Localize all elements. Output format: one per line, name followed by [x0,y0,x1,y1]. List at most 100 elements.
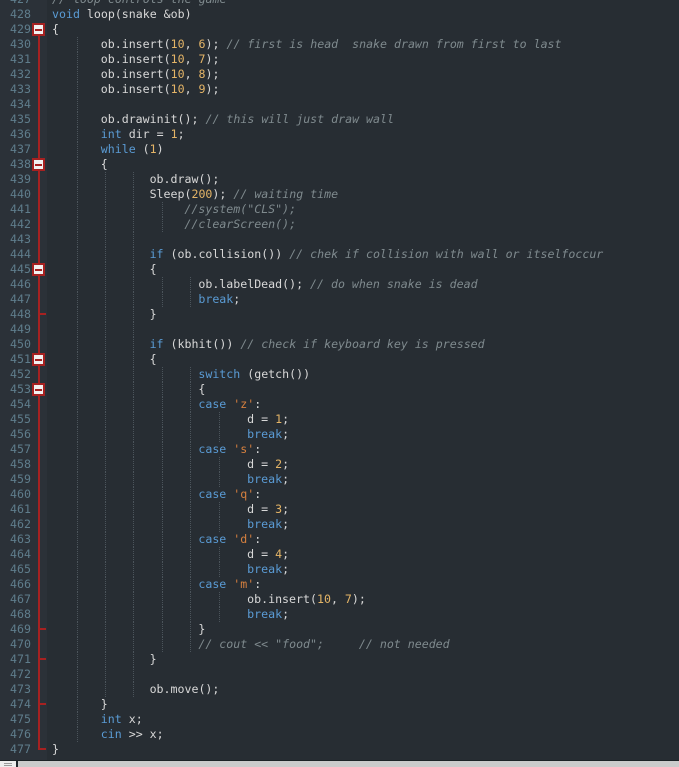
fold-collapse-button[interactable] [32,263,45,276]
line-number[interactable]: 456 [0,427,31,442]
line-number[interactable]: 429 [0,22,31,37]
horizontal-scrollbar-thumb[interactable] [18,761,679,767]
code-line[interactable]: 434 [0,97,679,112]
line-number[interactable]: 463 [0,532,31,547]
line-number[interactable]: 455 [0,412,31,427]
line-number[interactable]: 449 [0,322,31,337]
code-line[interactable]: 473ob.move(); [0,682,679,697]
code-line[interactable]: 446ob.labelDead(); // do when snake is d… [0,277,679,292]
line-number[interactable]: 446 [0,277,31,292]
code-line[interactable]: 463case 'd': [0,532,679,547]
code-line[interactable]: 440Sleep(200); // waiting time [0,187,679,202]
line-number[interactable]: 441 [0,202,31,217]
code-line[interactable]: 445{ [0,262,679,277]
line-number[interactable]: 473 [0,682,31,697]
line-number[interactable]: 438 [0,157,31,172]
code-line[interactable]: 476cin >> x; [0,727,679,742]
code-line[interactable]: 461d = 3; [0,502,679,517]
code-line[interactable]: 464d = 4; [0,547,679,562]
code-line[interactable]: 450if (kbhit()) // check if keyboard key… [0,337,679,352]
code-line[interactable]: 469} [0,622,679,637]
fold-collapse-button[interactable] [32,383,45,396]
code-line[interactable]: 475int x; [0,712,679,727]
code-line[interactable]: 447break; [0,292,679,307]
line-number[interactable]: 466 [0,577,31,592]
line-number[interactable]: 447 [0,292,31,307]
line-number[interactable]: 430 [0,37,31,52]
code-line[interactable]: 471} [0,652,679,667]
line-number[interactable]: 442 [0,217,31,232]
code-line[interactable]: 429{ [0,22,679,37]
code-line[interactable]: 432ob.insert(10, 8); [0,67,679,82]
line-number[interactable]: 464 [0,547,31,562]
code-viewport[interactable]: 427// loop controls the game428void loop… [0,0,679,761]
code-line[interactable]: 437while (1) [0,142,679,157]
line-number[interactable]: 460 [0,487,31,502]
line-number[interactable]: 471 [0,652,31,667]
code-line[interactable]: 436int dir = 1; [0,127,679,142]
code-line[interactable]: 428void loop(snake &ob) [0,7,679,22]
line-number[interactable]: 448 [0,307,31,322]
line-number[interactable]: 468 [0,607,31,622]
code-line[interactable]: 444if (ob.collision()) // chek if collis… [0,247,679,262]
fold-collapse-button[interactable] [32,353,45,366]
line-number[interactable]: 453 [0,382,31,397]
code-line[interactable]: 454case 'z': [0,397,679,412]
line-number[interactable]: 435 [0,112,31,127]
code-line[interactable]: 466case 'm': [0,577,679,592]
code-line[interactable]: 439ob.draw(); [0,172,679,187]
line-number[interactable]: 458 [0,457,31,472]
line-number[interactable]: 428 [0,7,31,22]
line-number[interactable]: 433 [0,82,31,97]
code-line[interactable]: 430ob.insert(10, 6); // first is head sn… [0,37,679,52]
line-number[interactable]: 451 [0,352,31,367]
line-number[interactable]: 440 [0,187,31,202]
code-line[interactable]: 459break; [0,472,679,487]
code-line[interactable]: 441//system("CLS"); [0,202,679,217]
code-line[interactable]: 474} [0,697,679,712]
code-line[interactable]: 443 [0,232,679,247]
code-line[interactable]: 472 [0,667,679,682]
line-number[interactable]: 475 [0,712,31,727]
line-number[interactable]: 452 [0,367,31,382]
line-number[interactable]: 474 [0,697,31,712]
code-line[interactable]: 465break; [0,562,679,577]
line-number[interactable]: 462 [0,517,31,532]
code-line[interactable]: 457case 's': [0,442,679,457]
line-number[interactable]: 470 [0,637,31,652]
line-number[interactable]: 432 [0,67,31,82]
line-number[interactable]: 427 [0,0,31,7]
line-number[interactable]: 443 [0,232,31,247]
fold-collapse-button[interactable] [32,158,45,171]
fold-collapse-button[interactable] [32,23,45,36]
code-line[interactable]: 455d = 1; [0,412,679,427]
line-number[interactable]: 431 [0,52,31,67]
code-line[interactable]: 456break; [0,427,679,442]
scrollbar-corner-grip[interactable] [0,761,16,767]
code-line[interactable]: 468break; [0,607,679,622]
code-line[interactable]: 433ob.insert(10, 9); [0,82,679,97]
line-number[interactable]: 459 [0,472,31,487]
code-line[interactable]: 451{ [0,352,679,367]
code-line[interactable]: 453{ [0,382,679,397]
code-line[interactable]: 467ob.insert(10, 7); [0,592,679,607]
line-number[interactable]: 434 [0,97,31,112]
code-line[interactable]: 477} [0,742,679,757]
code-line[interactable]: 452switch (getch()) [0,367,679,382]
line-number[interactable]: 436 [0,127,31,142]
code-editor[interactable]: 427// loop controls the game428void loop… [0,0,679,767]
line-number[interactable]: 472 [0,667,31,682]
code-line[interactable]: 458d = 2; [0,457,679,472]
line-number[interactable]: 444 [0,247,31,262]
line-number[interactable]: 439 [0,172,31,187]
line-number[interactable]: 469 [0,622,31,637]
code-line[interactable]: 442//clearScreen(); [0,217,679,232]
line-number[interactable]: 457 [0,442,31,457]
code-line[interactable]: 435ob.drawinit(); // this will just draw… [0,112,679,127]
code-line[interactable]: 460case 'q': [0,487,679,502]
code-line[interactable]: 448} [0,307,679,322]
code-line[interactable]: 470// cout << "food"; // not needed [0,637,679,652]
code-line[interactable]: 427// loop controls the game [0,0,679,7]
code-line[interactable]: 431ob.insert(10, 7); [0,52,679,67]
line-number[interactable]: 450 [0,337,31,352]
